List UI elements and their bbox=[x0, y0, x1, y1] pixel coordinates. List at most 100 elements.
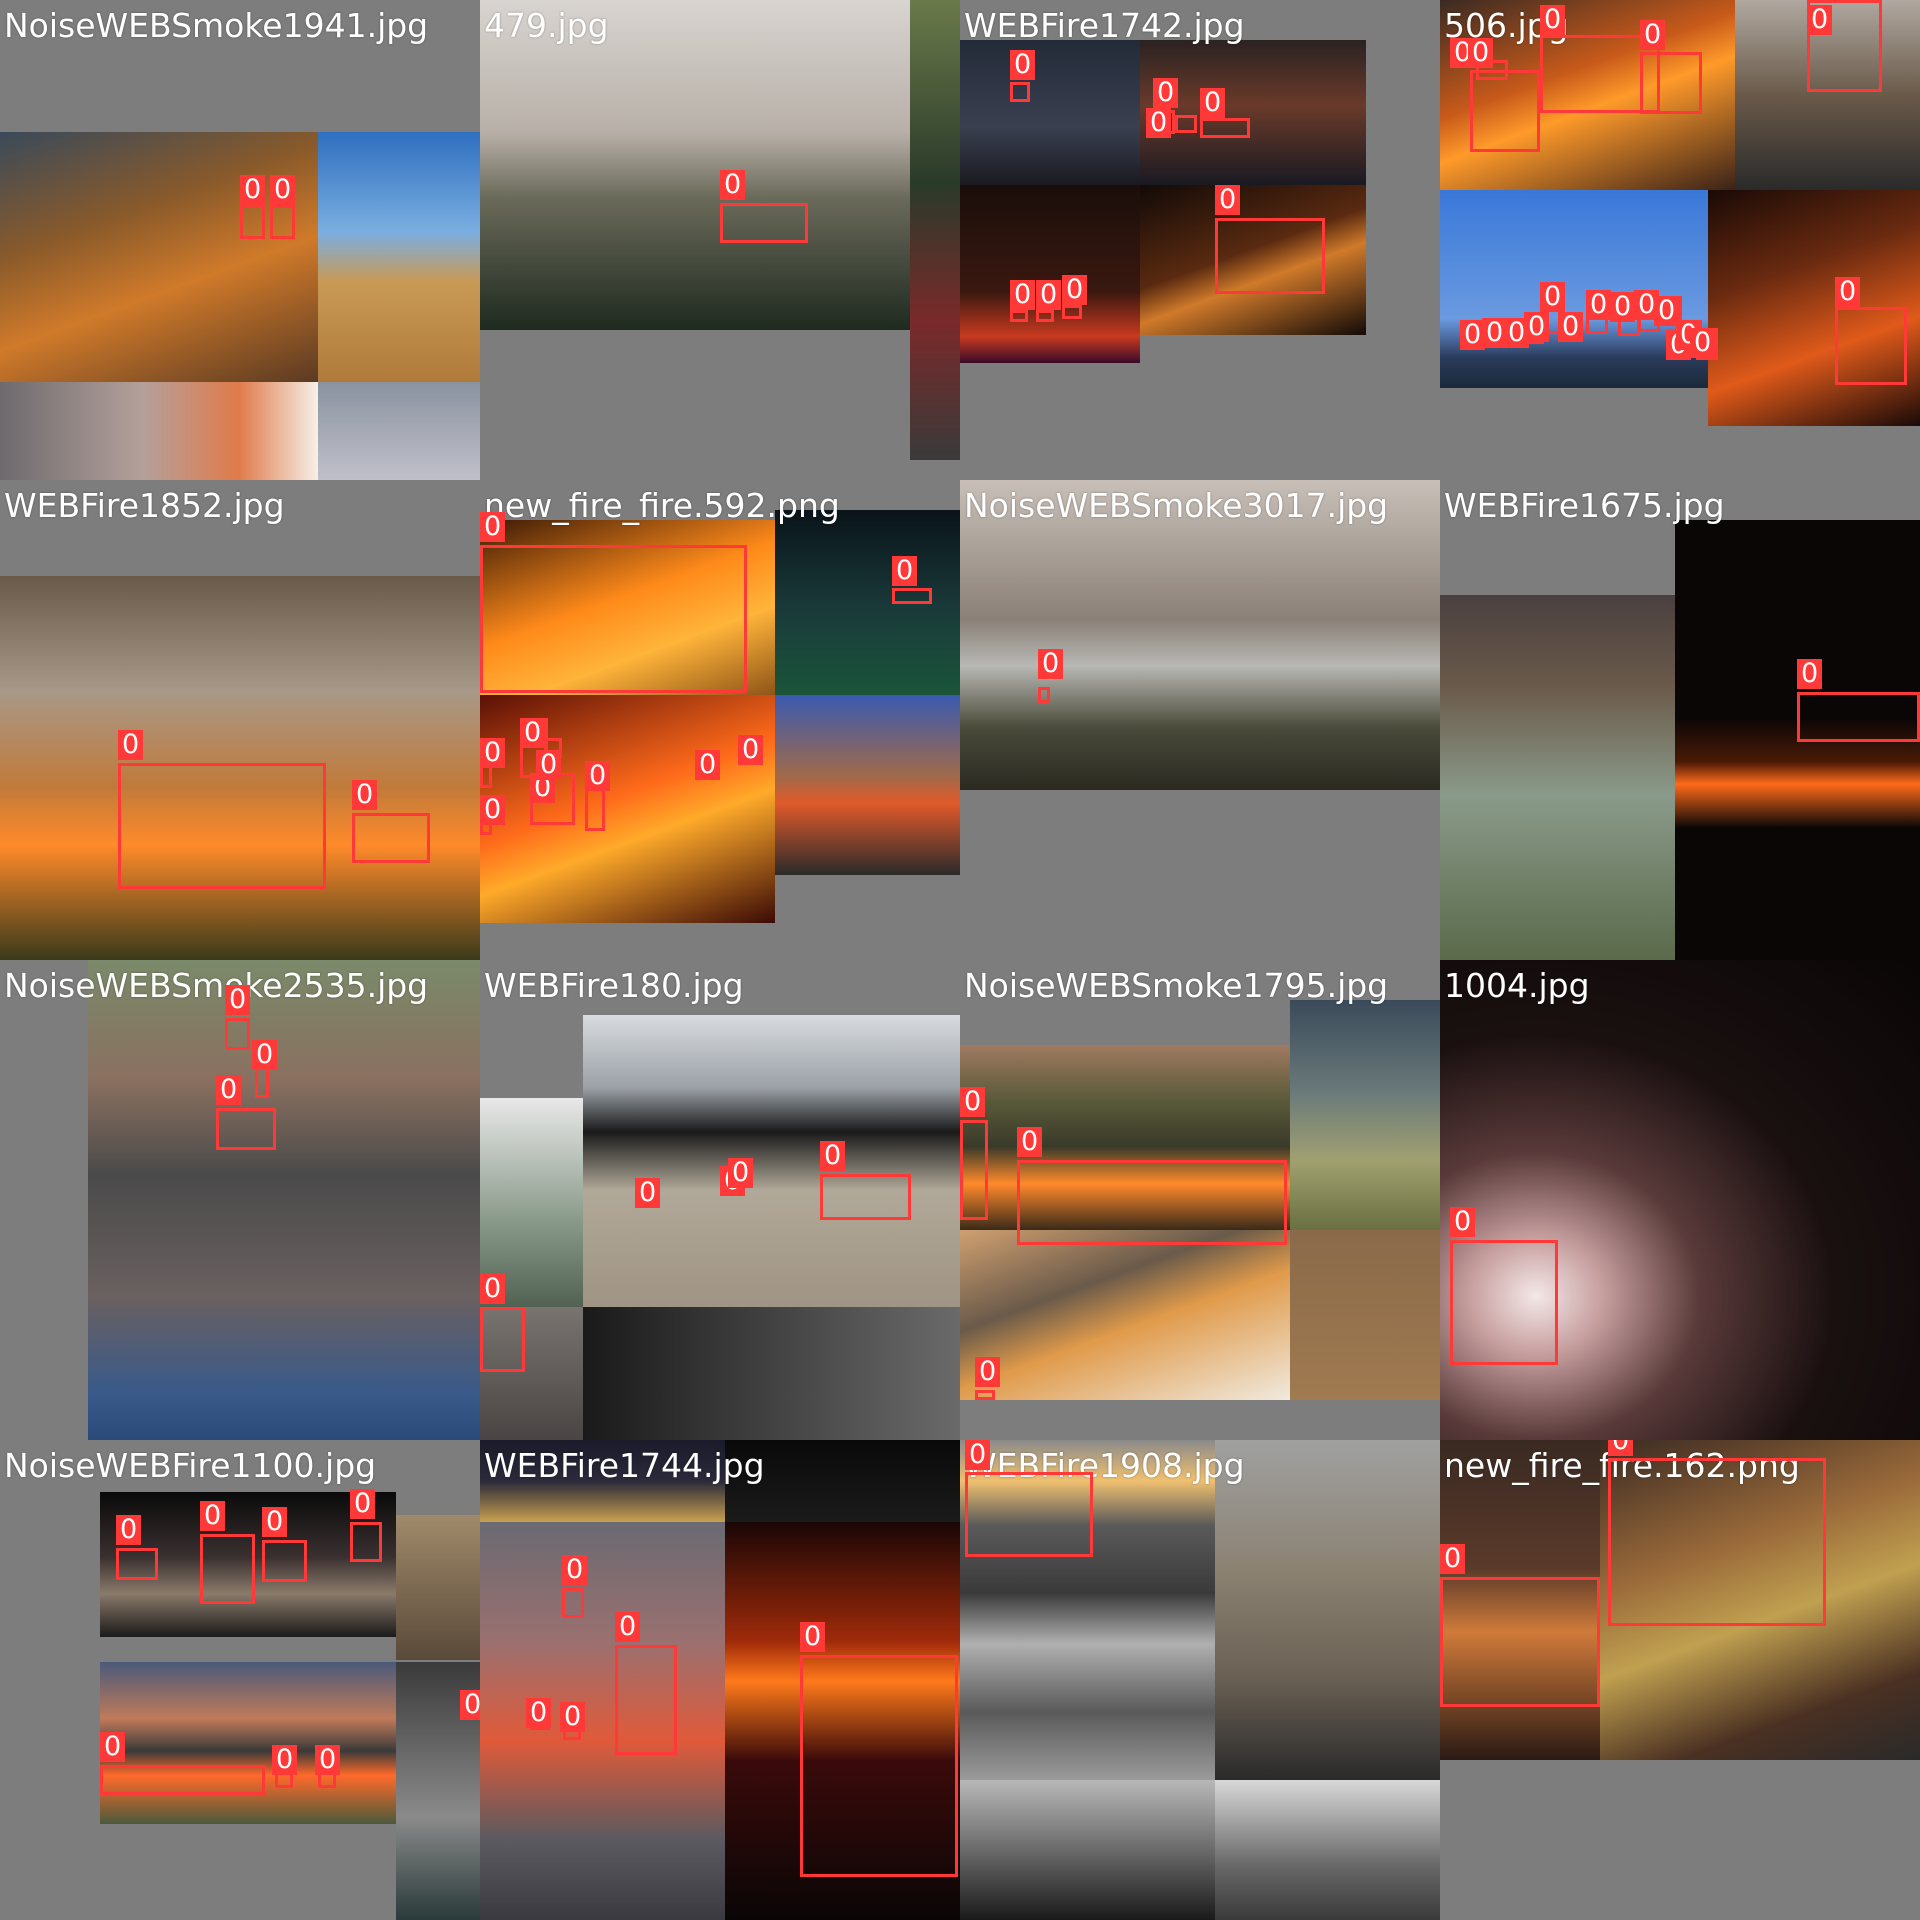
photo bbox=[960, 40, 1140, 185]
detection-label: 0 bbox=[960, 1087, 986, 1117]
detection-label: 0 bbox=[1017, 1127, 1043, 1157]
tile: WEBFire1675.jpg 0 bbox=[1440, 480, 1920, 960]
tile: WEBFire180.jpg 0 0 0 0 0 bbox=[480, 960, 960, 1440]
detection-label: 0 bbox=[975, 1357, 1001, 1387]
tile: 1004.jpg 0 bbox=[1440, 960, 1920, 1440]
detection-box bbox=[200, 1534, 255, 1604]
detection-label: 0 bbox=[350, 1489, 376, 1519]
detection-box bbox=[352, 813, 430, 863]
detection-label: 0 bbox=[615, 1612, 641, 1642]
photo bbox=[1440, 595, 1675, 960]
detection-label: 0 bbox=[965, 1440, 991, 1470]
detection-label: 0 bbox=[252, 1040, 278, 1070]
detection-label: 0 bbox=[635, 1178, 661, 1208]
detection-label: 0 bbox=[1062, 275, 1088, 305]
detection-label: 0 bbox=[1608, 1440, 1634, 1456]
detection-label: 0 bbox=[1010, 50, 1036, 80]
tile: 506.jpg 0 0 0 0 0 0 0 0 0 0 0 0 0 0 0 0 … bbox=[1440, 0, 1920, 480]
detection-box bbox=[225, 1018, 250, 1050]
detection-label: 0 bbox=[1200, 88, 1226, 118]
detection-label: 0 bbox=[480, 512, 506, 542]
detection-label: 0 bbox=[460, 1690, 480, 1720]
detection-label: 0 bbox=[520, 718, 546, 748]
detection-label: 0 bbox=[1036, 280, 1062, 310]
photo bbox=[480, 1522, 725, 1920]
photo bbox=[775, 695, 960, 875]
tile: 479.jpg 0 bbox=[480, 0, 960, 480]
detection-label: 0 bbox=[272, 1745, 298, 1775]
detection-label: 0 bbox=[270, 175, 296, 205]
detection-mosaic: NoiseWEBSmoke1941.jpg 0 0 479.jpg 0 WEBF… bbox=[0, 0, 1920, 1920]
tile-filename: NoiseWEBSmoke1941.jpg bbox=[4, 6, 429, 45]
detection-label: 0 bbox=[820, 1141, 846, 1171]
detection-box bbox=[1608, 1458, 1826, 1626]
detection-box bbox=[1010, 82, 1030, 102]
tile-filename: 479.jpg bbox=[484, 6, 609, 45]
detection-box bbox=[1835, 307, 1907, 385]
photo bbox=[960, 480, 1440, 790]
detection-box bbox=[1036, 310, 1054, 322]
photo bbox=[583, 1307, 960, 1440]
detection-box bbox=[240, 205, 265, 239]
photo bbox=[960, 1780, 1215, 1920]
detection-box bbox=[720, 203, 808, 243]
detection-box bbox=[1640, 52, 1702, 114]
detection-label: 0 bbox=[1690, 328, 1716, 358]
detection-box bbox=[800, 1655, 958, 1877]
detection-box bbox=[350, 1522, 382, 1562]
photo bbox=[1290, 1000, 1440, 1230]
photo bbox=[1215, 1780, 1440, 1920]
detection-label: 0 bbox=[1440, 1544, 1466, 1574]
detection-label: 0 bbox=[1640, 20, 1666, 50]
detection-label: 0 bbox=[118, 730, 144, 760]
detection-label: 0 bbox=[560, 1702, 586, 1732]
tile: NoiseWEBSmoke3017.jpg 0 bbox=[960, 480, 1440, 960]
tile: new_fire_fire.592.png 0 0 0 0 0 0 0 0 0 … bbox=[480, 480, 960, 960]
photo bbox=[0, 132, 318, 382]
detection-label: 0 bbox=[1146, 108, 1172, 138]
tile-filename: WEBFire1675.jpg bbox=[1444, 486, 1725, 525]
detection-label: 0 bbox=[720, 170, 746, 200]
detection-box bbox=[1200, 118, 1250, 138]
detection-label: 0 bbox=[262, 1507, 288, 1537]
detection-label: 0 bbox=[315, 1745, 341, 1775]
tile-filename: NoiseWEBFire1100.jpg bbox=[4, 1446, 377, 1485]
detection-box bbox=[1017, 1160, 1287, 1245]
tile-filename: WEBFire1744.jpg bbox=[484, 1446, 765, 1485]
tile-filename: NoiseWEBSmoke2535.jpg bbox=[4, 966, 429, 1005]
detection-label: 0 bbox=[585, 761, 611, 791]
detection-label: 0 bbox=[1558, 312, 1584, 342]
tile: new_fire_fire.162.png 0 0 bbox=[1440, 1440, 1920, 1920]
detection-box bbox=[1062, 305, 1082, 319]
detection-label: 0 bbox=[728, 1158, 754, 1188]
photo bbox=[1440, 960, 1920, 1440]
tile-filename: 1004.jpg bbox=[1444, 966, 1590, 1005]
detection-label: 0 bbox=[738, 735, 764, 765]
detection-label: 0 bbox=[216, 1075, 242, 1105]
detection-box bbox=[975, 1390, 995, 1400]
detection-label: 0 bbox=[1540, 282, 1566, 312]
detection-label: 0 bbox=[1807, 5, 1833, 35]
tile-filename: WEBFire180.jpg bbox=[484, 966, 744, 1005]
detection-label: 0 bbox=[892, 556, 918, 586]
detection-box bbox=[615, 1645, 677, 1755]
tile-filename: WEBFire1742.jpg bbox=[964, 6, 1245, 45]
detection-box bbox=[270, 205, 295, 239]
detection-box bbox=[216, 1108, 276, 1150]
tile: NoiseWEBSmoke2535.jpg 0 0 0 bbox=[0, 960, 480, 1440]
detection-box bbox=[1038, 687, 1050, 703]
detection-label: 0 bbox=[225, 985, 251, 1015]
detection-box bbox=[965, 1472, 1093, 1557]
tile: NoiseWEBSmoke1941.jpg 0 0 bbox=[0, 0, 480, 480]
detection-label: 0 bbox=[1586, 290, 1612, 320]
detection-label: 0 bbox=[1540, 5, 1566, 35]
tile: NoiseWEBFire1100.jpg 0 0 0 0 0 0 0 0 bbox=[0, 1440, 480, 1920]
detection-label: 0 bbox=[1835, 277, 1861, 307]
detection-label: 0 bbox=[800, 1622, 826, 1652]
photo bbox=[583, 1015, 960, 1307]
detection-box bbox=[1450, 1240, 1558, 1365]
detection-box bbox=[1010, 310, 1028, 322]
detection-box bbox=[480, 1307, 525, 1372]
detection-box bbox=[1440, 1577, 1600, 1707]
detection-label: 0 bbox=[352, 780, 378, 810]
